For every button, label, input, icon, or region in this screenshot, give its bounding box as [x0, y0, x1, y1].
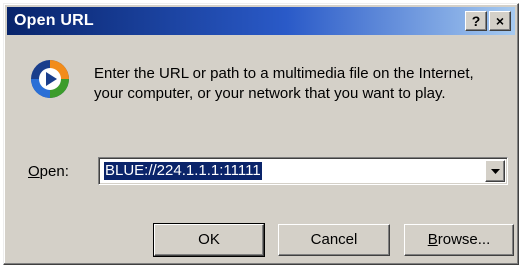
- title-bar[interactable]: Open URL ? ×: [7, 7, 515, 35]
- instruction-text: Enter the URL or path to a multimedia fi…: [94, 65, 474, 102]
- url-input-value[interactable]: BLUE://224.1.1.1:11111: [104, 162, 262, 180]
- open-label-text: pen:: [39, 163, 69, 180]
- dialog-title: Open URL: [14, 12, 94, 29]
- browse-accelerator: B: [427, 231, 438, 248]
- open-url-dialog: Open URL ? × Enter the URL or path to a …: [3, 3, 519, 265]
- dropdown-button[interactable]: [485, 160, 505, 182]
- browse-button[interactable]: Browse...: [404, 224, 514, 256]
- browse-label: rowse...: [437, 231, 491, 248]
- open-label: Open:: [28, 163, 69, 180]
- help-button[interactable]: ?: [465, 11, 487, 31]
- url-combobox[interactable]: BLUE://224.1.1.1:11111: [98, 157, 508, 185]
- ok-button[interactable]: OK: [153, 223, 265, 257]
- open-label-accelerator: O: [28, 163, 40, 180]
- chevron-down-icon: [491, 169, 500, 174]
- cancel-button[interactable]: Cancel: [278, 224, 390, 256]
- windows-media-player-icon: [30, 59, 70, 99]
- close-button[interactable]: ×: [489, 11, 511, 31]
